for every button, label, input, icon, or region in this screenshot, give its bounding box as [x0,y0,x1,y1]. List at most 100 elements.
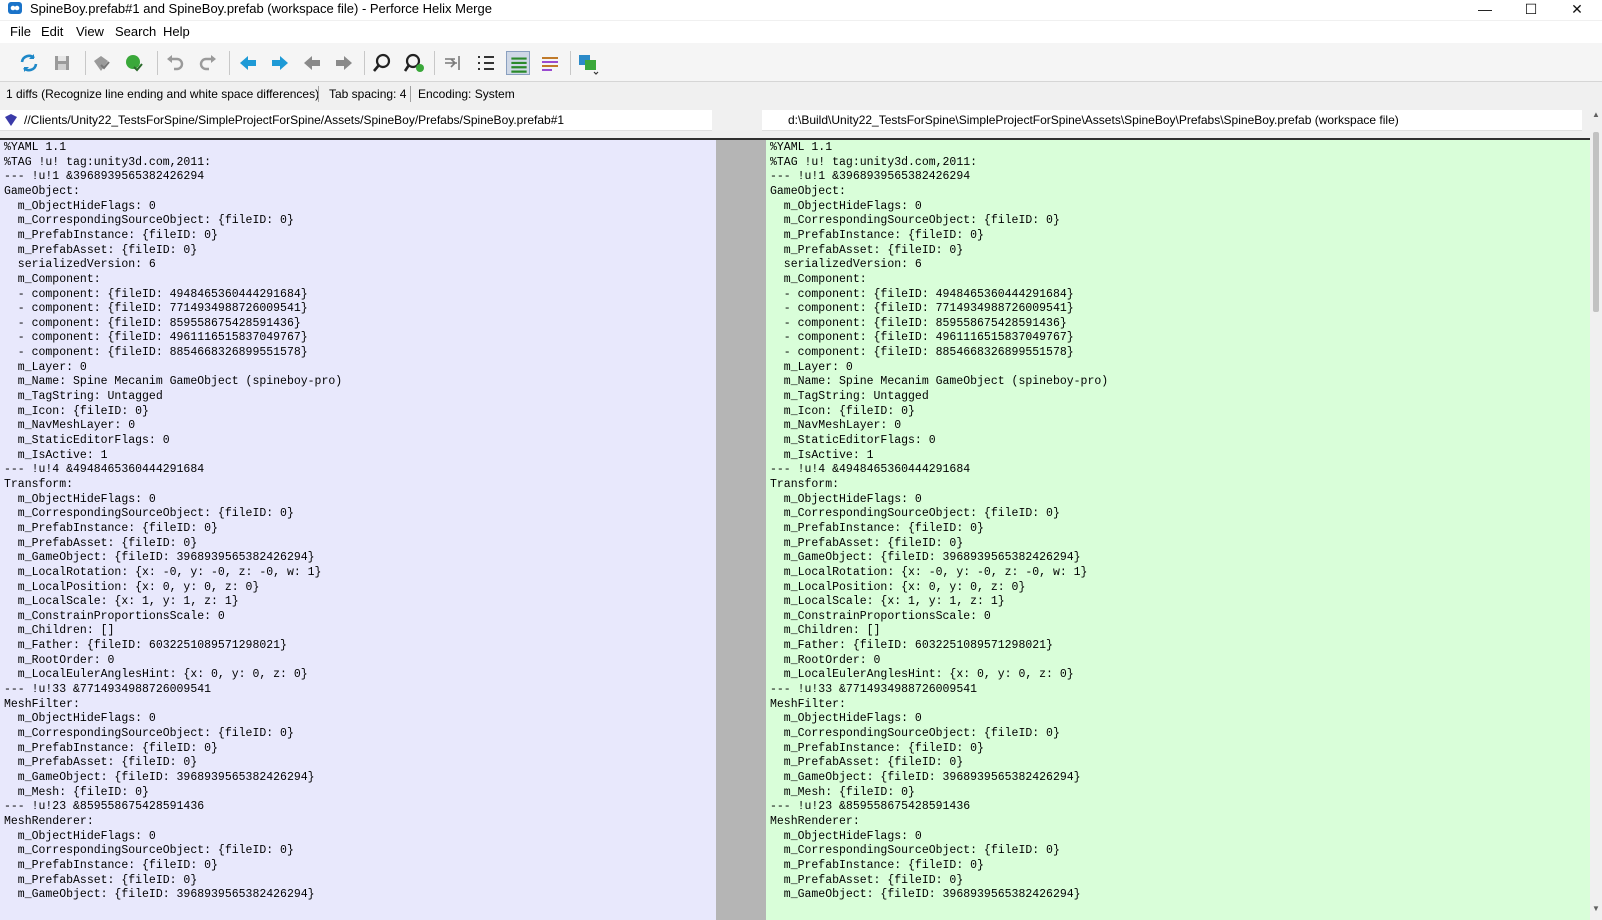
status-divider [318,86,319,102]
left-code-line: m_ConstrainProportionsScale: 0 [4,609,225,623]
left-code-line: --- !u!4 &4948465360444291684 [4,463,205,477]
left-code-line: m_PrefabAsset: {fileID: 0} [4,756,198,770]
left-code-line: m_PrefabAsset: {fileID: 0} [4,873,198,887]
left-code-line: m_LocalEulerAnglesHint: {x: 0, y: 0, z: … [4,668,308,682]
menu-bar: File Edit View Search Help [0,21,1602,43]
previous-diff-icon[interactable] [236,51,260,75]
title-bar: SpineBoy.prefab#1 and SpineBoy.prefab (w… [0,0,1602,20]
left-code-line: %YAML 1.1 [4,141,67,154]
right-code-line: %TAG !u! tag:unity3d.com,2011: [770,155,978,169]
left-code-line: - component: {fileID: 771493498872600954… [4,302,308,316]
right-code-line: m_Component: [770,272,867,286]
toolbar-separator [229,51,230,75]
left-code-line: - component: {fileID: 496111651583704976… [4,331,308,345]
right-code-line: m_PrefabAsset: {fileID: 0} [770,536,964,550]
diff-count: 1 diffs (Recognize line ending and white… [6,87,320,101]
accept-base-icon[interactable] [89,51,113,75]
left-path-field[interactable]: //Clients/Unity22_TestsForSpine/SimplePr… [0,110,712,131]
menu-search[interactable]: Search [115,24,156,40]
layout-icon[interactable] [576,51,600,75]
show-whitespace-icon[interactable] [506,51,530,75]
left-code-line: m_LocalScale: {x: 1, y: 1, z: 1} [4,595,239,609]
right-code-line: m_NavMeshLayer: 0 [770,419,902,433]
left-code-line: m_Mesh: {fileID: 0} [4,785,149,799]
left-code-line: m_GameObject: {fileID: 39689395653824262… [4,770,315,784]
scroll-up-arrow-icon[interactable]: ▲ [1592,110,1600,119]
tab-spacing: Tab spacing: 4 [329,87,407,101]
right-code-line: m_ObjectHideFlags: 0 [770,199,922,213]
right-code-line: - component: {fileID: 771493498872600954… [770,302,1074,316]
left-code-line: serializedVersion: 6 [4,258,156,272]
right-code-line: m_PrefabInstance: {fileID: 0} [770,858,984,872]
inline-diff-icon[interactable] [538,51,562,75]
left-code-line: --- !u!23 &859558675428591436 [4,800,205,814]
close-button[interactable]: ✕ [1554,0,1600,20]
left-code-line: GameObject: [4,184,80,198]
left-code-line: m_CorrespondingSourceObject: {fileID: 0} [4,844,294,858]
left-code-line: m_RootOrder: 0 [4,653,115,667]
next-change-icon[interactable] [332,51,356,75]
left-code-line: m_ObjectHideFlags: 0 [4,492,156,506]
menu-view[interactable]: View [76,24,104,40]
left-code-line: - component: {fileID: 494846536044429168… [4,287,308,301]
find-next-icon[interactable] [402,51,426,75]
right-code-line: m_PrefabInstance: {fileID: 0} [770,741,984,755]
right-file-pane[interactable]: %YAML 1.1 %TAG !u! tag:unity3d.com,2011: -… [766,140,1590,920]
left-code-line: - component: {fileID: 885466832689955157… [4,346,308,360]
right-code-line: m_Father: {fileID: 6032251089571298021} [770,639,1053,653]
previous-change-icon[interactable] [300,51,324,75]
menu-edit[interactable]: Edit [41,24,63,40]
right-code-line: m_ObjectHideFlags: 0 [770,492,922,506]
toolbar [0,43,1602,82]
status-divider [410,86,411,102]
left-code-line: m_IsActive: 1 [4,448,108,462]
left-code-line: --- !u!1 &3968939565382426294 [4,170,205,184]
right-path-field[interactable]: d:\Build\Unity22_TestsForSpine\SimplePro… [762,110,1582,131]
left-file-pane[interactable]: %YAML 1.1 %TAG !u! tag:unity3d.com,2011: -… [0,140,716,920]
right-code-line: m_LocalScale: {x: 1, y: 1, z: 1} [770,595,1005,609]
undo-icon[interactable] [163,51,187,75]
right-code-line: m_CorrespondingSourceObject: {fileID: 0} [770,844,1060,858]
go-to-line-icon[interactable] [441,51,465,75]
right-code-line: m_PrefabAsset: {fileID: 0} [770,243,964,257]
accept-theirs-icon[interactable] [122,51,146,75]
right-code-line: m_LocalPosition: {x: 0, y: 0, z: 0} [770,580,1026,594]
left-code-line: m_NavMeshLayer: 0 [4,419,136,433]
right-code-line: m_LocalEulerAnglesHint: {x: 0, y: 0, z: … [770,668,1074,682]
left-code-line: m_Name: Spine Mecanim GameObject (spineb… [4,375,343,389]
line-numbers-icon[interactable] [474,51,498,75]
scrollbar-thumb[interactable] [1593,132,1599,312]
vertical-scrollbar[interactable]: ▲ ▼ [1590,108,1602,920]
menu-help[interactable]: Help [163,24,190,40]
right-code-line: --- !u!23 &859558675428591436 [770,800,971,814]
left-code-line: m_Father: {fileID: 6032251089571298021} [4,639,287,653]
left-code-line: m_Children: [] [4,624,115,638]
right-code-line: m_PrefabAsset: {fileID: 0} [770,873,964,887]
app-icon [8,2,22,14]
left-code-line: m_CorrespondingSourceObject: {fileID: 0} [4,507,294,521]
maximize-button[interactable]: ☐ [1508,0,1554,20]
right-code-line: m_Name: Spine Mecanim GameObject (spineb… [770,375,1109,389]
scroll-down-arrow-icon[interactable]: ▼ [1592,904,1600,913]
save-icon[interactable] [50,51,74,75]
refresh-icon[interactable] [17,51,41,75]
left-code-line: m_GameObject: {fileID: 39689395653824262… [4,888,315,902]
right-code-line: m_PrefabInstance: {fileID: 0} [770,521,984,535]
minimize-button[interactable]: — [1462,0,1508,20]
find-icon[interactable] [370,51,394,75]
path-bar: //Clients/Unity22_TestsForSpine/SimplePr… [0,108,1602,132]
right-code-line: m_GameObject: {fileID: 39689395653824262… [770,888,1081,902]
right-path-text: d:\Build\Unity22_TestsForSpine\SimplePro… [788,113,1399,127]
menu-file[interactable]: File [10,24,31,40]
left-code-line: m_PrefabAsset: {fileID: 0} [4,536,198,550]
left-code-line: --- !u!33 &7714934988726009541 [4,683,212,697]
toolbar-separator [434,51,435,75]
redo-icon[interactable] [196,51,220,75]
next-diff-icon[interactable] [268,51,292,75]
right-code-line: m_Mesh: {fileID: 0} [770,785,915,799]
right-code-line: m_ObjectHideFlags: 0 [770,712,922,726]
left-code-line: m_CorrespondingSourceObject: {fileID: 0} [4,727,294,740]
left-code-line: m_Component: [4,272,101,286]
left-path-text: //Clients/Unity22_TestsForSpine/SimplePr… [24,113,565,127]
toolbar-separator [570,51,571,75]
